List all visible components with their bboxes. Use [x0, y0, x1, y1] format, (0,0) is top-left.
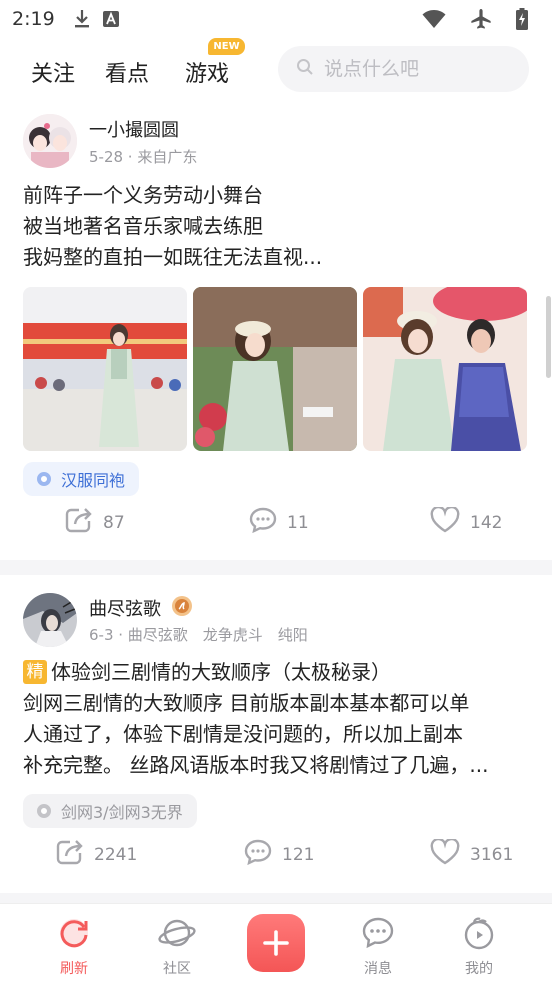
- comment-button[interactable]: 11: [249, 507, 309, 538]
- scrollbar[interactable]: [546, 296, 551, 378]
- feed-post[interactable]: 曲尽弦歌 6-3 · 曲尽弦歌 龙争虎斗 纯阳 精体验剑三剧情的大致顺序（太极秘…: [0, 575, 552, 895]
- search-icon: [296, 58, 314, 80]
- post-line: 前阵子一个义务劳动小舞台: [23, 183, 263, 207]
- post-meta: 5-28 · 来自广东: [89, 148, 198, 166]
- share-button[interactable]: 2241: [56, 839, 137, 870]
- post-line: 我妈整的直拍一如既往无法直视...: [23, 245, 323, 269]
- like-count: 142: [470, 512, 503, 533]
- author-name[interactable]: 曲尽弦歌: [89, 595, 161, 621]
- comment-icon: [244, 839, 272, 870]
- topic-tag-label: 汉服同袍: [61, 471, 126, 490]
- like-count: 3161: [470, 844, 514, 865]
- post-line: 被当地著名音乐家喊去练胆: [23, 214, 263, 238]
- create-post-button[interactable]: [247, 914, 305, 972]
- topic-tag[interactable]: 剑网3/剑网3无界: [23, 794, 197, 828]
- comment-icon: [249, 507, 277, 538]
- post-actions: 2241 121 3161: [0, 837, 552, 879]
- topic-tag[interactable]: 汉服同袍: [23, 462, 140, 496]
- post-image[interactable]: [363, 287, 527, 451]
- tab-games[interactable]: 游戏: [185, 56, 229, 88]
- heart-icon: [430, 837, 460, 870]
- image-grid: [23, 287, 527, 451]
- avatar[interactable]: [23, 593, 77, 647]
- comment-count: 121: [282, 844, 315, 865]
- post-body[interactable]: 精体验剑三剧情的大致顺序（太极秘录） 剑网三剧情的大致顺序 目前版本副本基本都可…: [23, 657, 533, 781]
- post-line: 补充完整。 丝路风语版本时我又将剧情过了几遍，...: [23, 753, 489, 777]
- share-count: 2241: [94, 844, 138, 865]
- avatar[interactable]: [23, 114, 77, 168]
- status-time: 2:19: [12, 8, 55, 30]
- share-icon: [65, 507, 93, 538]
- share-button[interactable]: 87: [65, 507, 125, 538]
- share-count: 87: [103, 512, 125, 533]
- nav-community-label: 社区: [163, 961, 191, 977]
- nav-profile[interactable]: 我的: [449, 916, 509, 978]
- download-icon: [73, 9, 91, 29]
- topic-tag-label: 剑网3/剑网3无界: [61, 803, 183, 822]
- nav-profile-label: 我的: [465, 961, 493, 977]
- feed-divider: [0, 560, 552, 575]
- nav-refresh[interactable]: 刷新: [44, 916, 104, 978]
- post-title: 精体验剑三剧情的大致顺序（太极秘录）: [23, 657, 533, 688]
- battery-charging-icon: [516, 8, 528, 30]
- featured-badge: 精: [23, 660, 47, 684]
- airplane-icon: [470, 8, 492, 30]
- nav-community[interactable]: 社区: [147, 916, 207, 978]
- refresh-icon: [57, 916, 91, 954]
- post-body[interactable]: 前阵子一个义务劳动小舞台 被当地著名音乐家喊去练胆 我妈整的直拍一如既往无法直视…: [23, 180, 533, 273]
- post-line: 剑网三剧情的大致顺序 目前版本副本基本都可以单: [23, 691, 470, 715]
- topic-dot-icon: [37, 472, 51, 486]
- nav-refresh-label: 刷新: [60, 961, 88, 977]
- search-input[interactable]: [324, 58, 514, 80]
- post-title-text: 体验剑三剧情的大致顺序（太极秘录）: [51, 660, 391, 684]
- feed-divider: [0, 893, 552, 903]
- post-image[interactable]: [23, 287, 187, 451]
- profile-icon: [462, 916, 496, 954]
- topic-dot-icon: [37, 804, 51, 818]
- like-button[interactable]: 3161: [430, 837, 514, 870]
- wifi-icon: [422, 9, 446, 29]
- new-badge: NEW: [208, 38, 245, 55]
- post-line: 人通过了，体验下剧情是没问题的，所以加上副本: [23, 722, 463, 746]
- heart-icon: [430, 505, 460, 538]
- a-notification-icon: [102, 11, 119, 27]
- tab-following[interactable]: 关注: [31, 56, 75, 88]
- medal-badge-icon: [171, 595, 193, 621]
- top-nav: 关注 看点 游戏 NEW: [0, 38, 552, 100]
- nav-messages-label: 消息: [364, 961, 392, 977]
- post-image[interactable]: [193, 287, 357, 451]
- tab-highlights[interactable]: 看点: [105, 56, 149, 88]
- share-icon: [56, 839, 84, 870]
- author-name[interactable]: 一小撮圆圆: [89, 116, 179, 142]
- comment-button[interactable]: 121: [244, 839, 314, 870]
- comment-count: 11: [287, 512, 309, 533]
- post-actions: 87 11 142: [0, 505, 552, 547]
- like-button[interactable]: 142: [430, 505, 503, 538]
- post-meta: 6-3 · 曲尽弦歌 龙争虎斗 纯阳: [89, 626, 308, 644]
- plus-icon: [263, 923, 289, 963]
- message-icon: [361, 916, 395, 954]
- planet-icon: [157, 916, 197, 954]
- search-bar[interactable]: [278, 46, 529, 92]
- bottom-nav: 刷新 社区 消息 我的: [0, 903, 552, 983]
- nav-messages[interactable]: 消息: [348, 916, 408, 978]
- feed-post[interactable]: 一小撮圆圆 5-28 · 来自广东 前阵子一个义务劳动小舞台 被当地著名音乐家喊…: [0, 100, 552, 560]
- status-bar: 2:19: [0, 0, 552, 38]
